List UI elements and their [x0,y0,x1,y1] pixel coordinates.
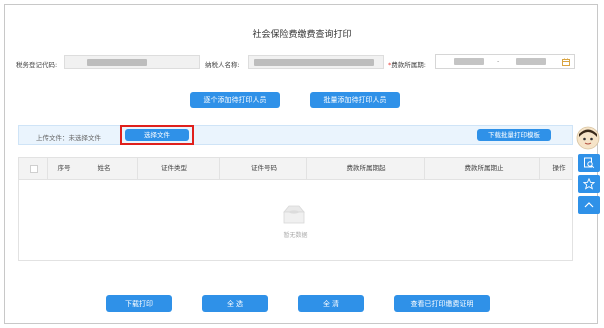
period-range-field[interactable]: - [435,54,575,69]
assistant-avatar-icon[interactable] [576,126,600,150]
side-favorite-button[interactable] [578,175,600,193]
chevron-up-icon [584,202,594,208]
column-divider [306,158,307,179]
document-search-icon [584,157,595,169]
column-header-name: 姓名 [97,164,111,172]
add-one-button[interactable]: 逐个添加待打印人员 [190,92,280,108]
column-header-index: 序号 [57,164,71,172]
period-end-redacted[interactable] [516,58,546,65]
tax-code-redacted [87,59,147,66]
taxpayer-name-redacted [254,59,374,66]
column-divider [539,158,540,179]
calendar-icon[interactable] [562,58,570,66]
download-print-button[interactable]: 下载打印 [106,295,172,312]
period-separator: - [497,57,500,65]
upload-bar: 上传文件：未选择文件 选择文件 下载批量打印模板 [18,125,573,145]
column-header-period-end: 费款所属期止 [464,164,504,172]
tax-code-field[interactable] [64,55,200,69]
column-divider [424,158,425,179]
empty-state-text: 暂无数据 [283,232,308,239]
select-all-button[interactable]: 全 选 [202,295,268,312]
clear-all-button[interactable]: 全 清 [298,295,364,312]
column-divider [47,158,48,179]
choose-file-button[interactable]: 选择文件 [125,129,189,141]
column-header-operation: 操作 [552,164,566,172]
column-header-period-start: 费款所属期起 [346,164,386,172]
column-divider [137,158,138,179]
upload-file-label: 上传文件：未选择文件 [36,134,101,142]
view-printed-button[interactable]: 查看已打印缴费证明 [394,295,490,312]
column-header-id-number: 证件号码 [251,164,277,172]
side-search-button[interactable] [578,154,600,172]
grid-header: 序号 姓名 证件类型 证件号码 费款所属期起 费款所属期止 操作 [19,158,572,180]
period-start-redacted[interactable] [454,58,484,65]
page-title: 社会保险费缴费查询打印 [252,30,352,40]
side-scroll-top-button[interactable] [578,196,600,214]
tax-code-label: 税务登记代码: [16,61,58,69]
taxpayer-name-label: 纳税人名称: [205,61,240,69]
empty-box-icon [283,205,305,224]
period-label-text: 费款所属期: [391,61,426,69]
data-grid: 序号 姓名 证件类型 证件号码 费款所属期起 费款所属期止 操作 暂无数据 [18,157,573,261]
taxpayer-name-field[interactable] [248,55,384,69]
period-label: *费款所属期: [388,59,426,69]
column-divider [219,158,220,179]
select-all-checkbox[interactable] [30,165,38,173]
star-icon [582,177,596,190]
download-template-button[interactable]: 下载批量打印模板 [477,129,551,141]
column-header-id-type: 证件类型 [161,164,187,172]
add-batch-button[interactable]: 批量添加待打印人员 [310,92,400,108]
